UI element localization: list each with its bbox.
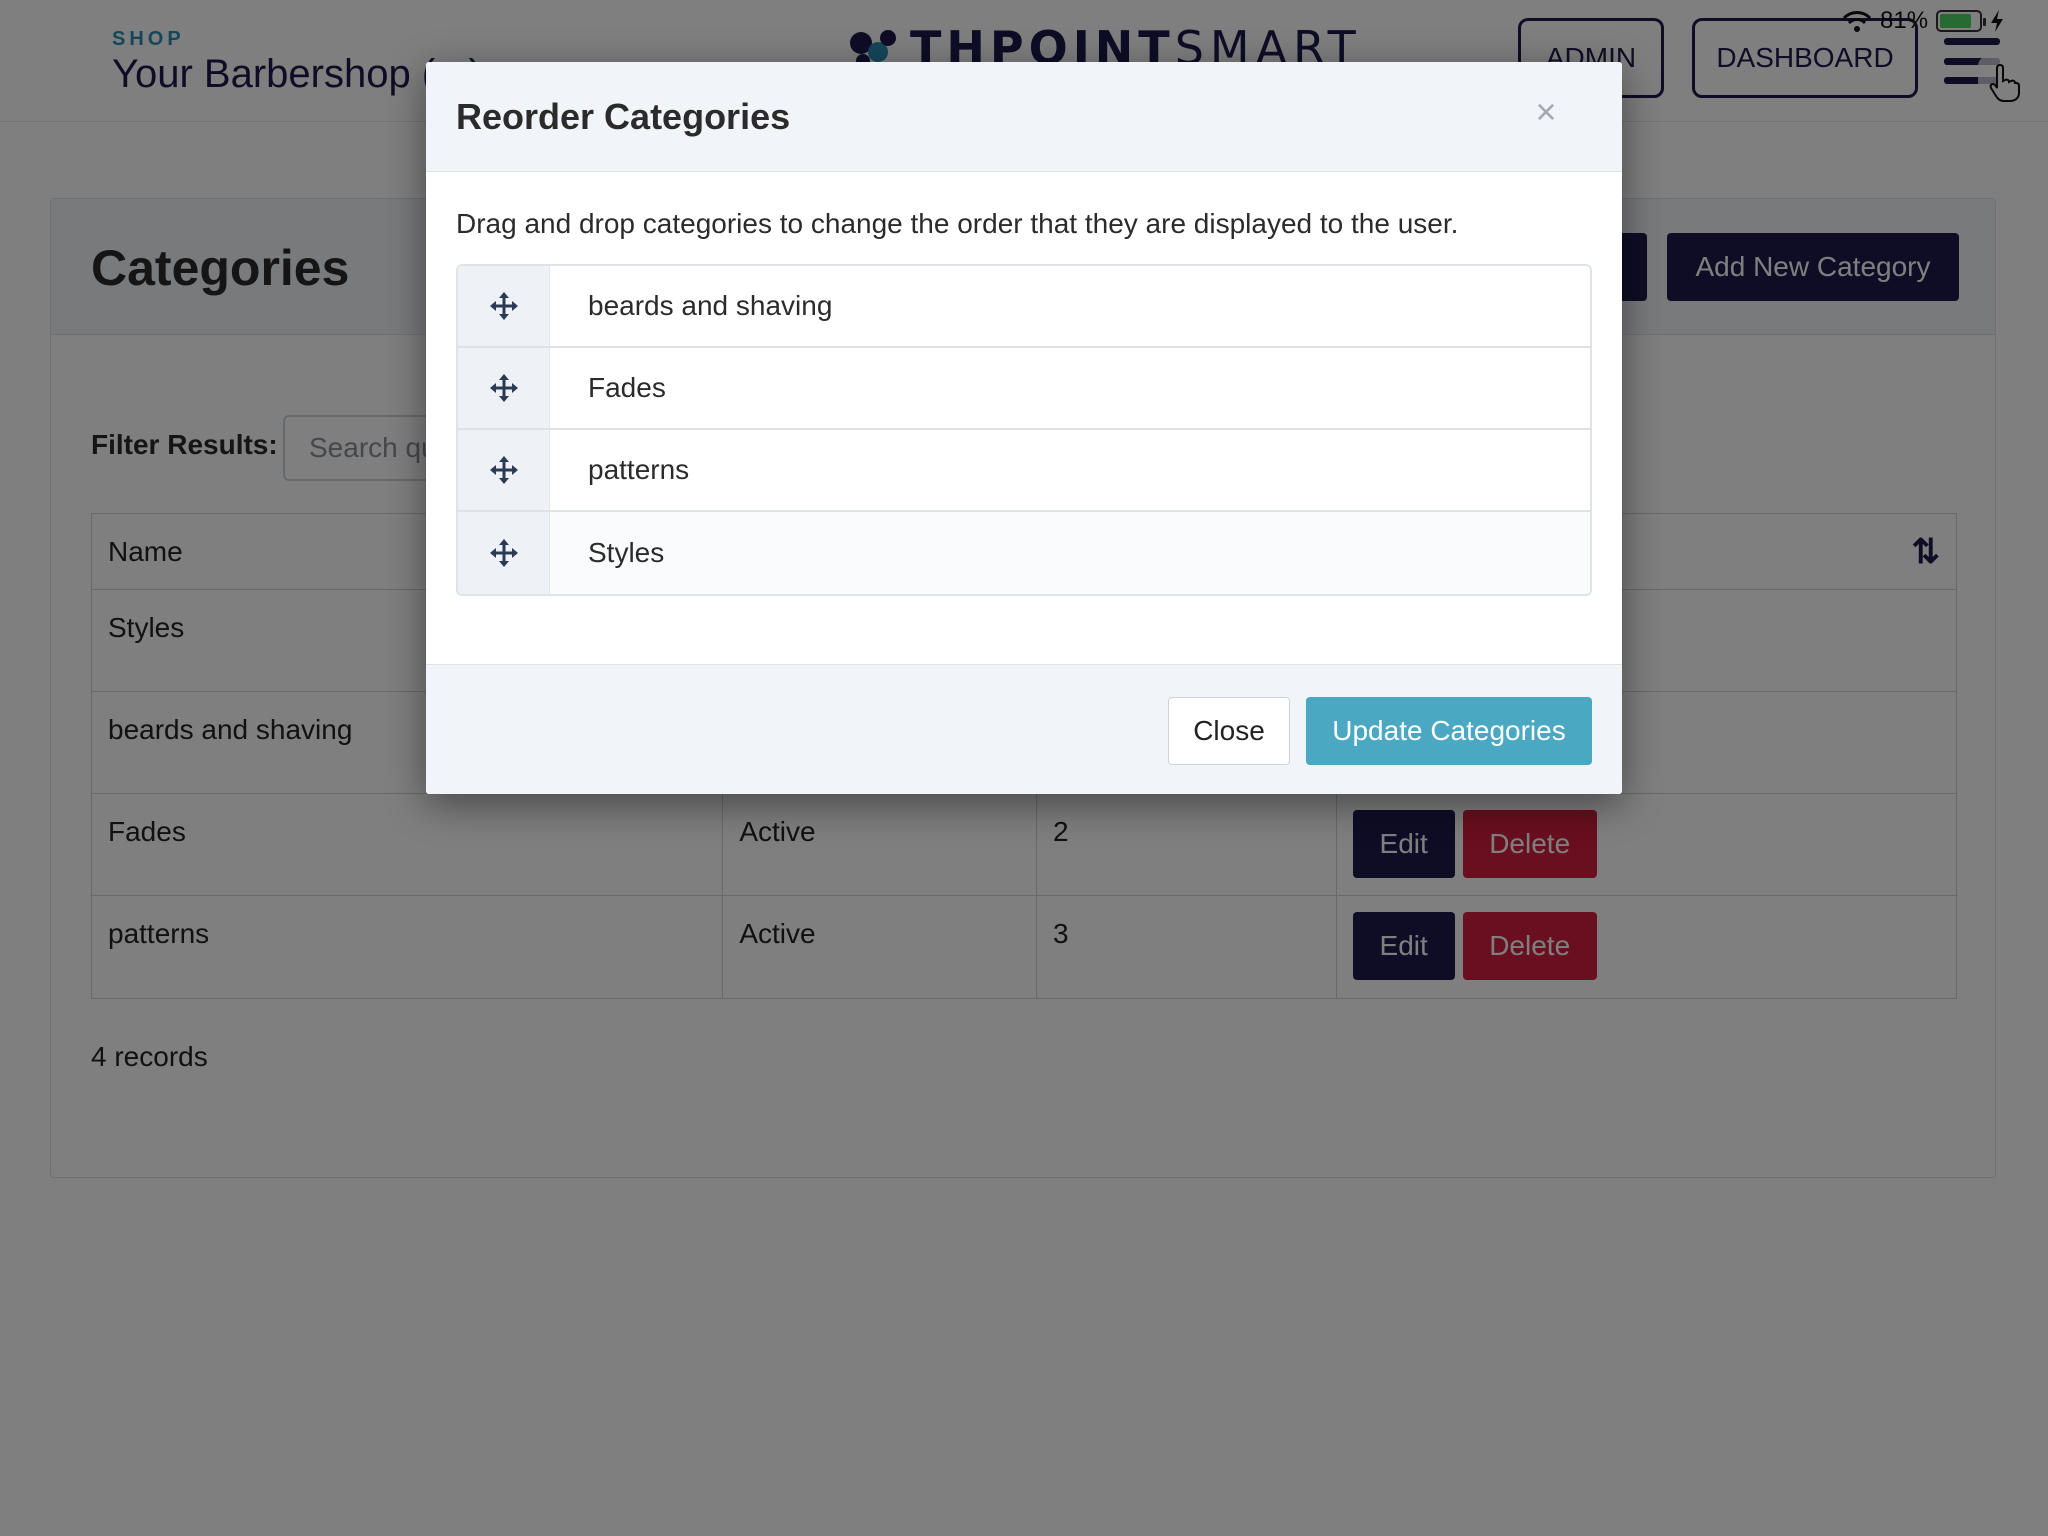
sortable-item[interactable]: Fades bbox=[458, 348, 1590, 430]
move-icon bbox=[489, 292, 518, 320]
modal-footer: Close Update Categories bbox=[426, 664, 1622, 794]
drag-handle[interactable] bbox=[458, 430, 550, 510]
modal-header: Reorder Categories × bbox=[426, 62, 1622, 172]
sortable-category-list: beards and shaving Fades patterns Styles bbox=[456, 264, 1592, 596]
sortable-item[interactable]: Styles bbox=[458, 512, 1590, 594]
sortable-item-label: Fades bbox=[588, 372, 666, 403]
modal-description: Drag and drop categories to change the o… bbox=[456, 208, 1459, 239]
move-icon bbox=[489, 456, 518, 484]
sortable-item-label: patterns bbox=[588, 454, 690, 485]
sortable-item-label: Styles bbox=[588, 537, 665, 568]
update-categories-button[interactable]: Update Categories bbox=[1306, 697, 1592, 765]
move-icon bbox=[489, 539, 518, 567]
close-icon[interactable]: × bbox=[1526, 91, 1566, 132]
drag-handle[interactable] bbox=[458, 348, 550, 428]
sortable-item-label: beards and shaving bbox=[588, 290, 833, 321]
close-button[interactable]: Close bbox=[1168, 697, 1290, 765]
move-icon bbox=[489, 374, 518, 402]
sortable-item[interactable]: patterns bbox=[458, 430, 1590, 512]
drag-handle[interactable] bbox=[458, 512, 550, 594]
drag-handle[interactable] bbox=[458, 266, 550, 346]
sortable-item[interactable]: beards and shaving bbox=[458, 266, 1590, 348]
page: SHOP Your Barbershop (...) THPOINTSMART … bbox=[0, 0, 2048, 1536]
reorder-categories-modal: Reorder Categories × Drag and drop categ… bbox=[426, 62, 1622, 794]
modal-title: Reorder Categories bbox=[456, 96, 791, 137]
